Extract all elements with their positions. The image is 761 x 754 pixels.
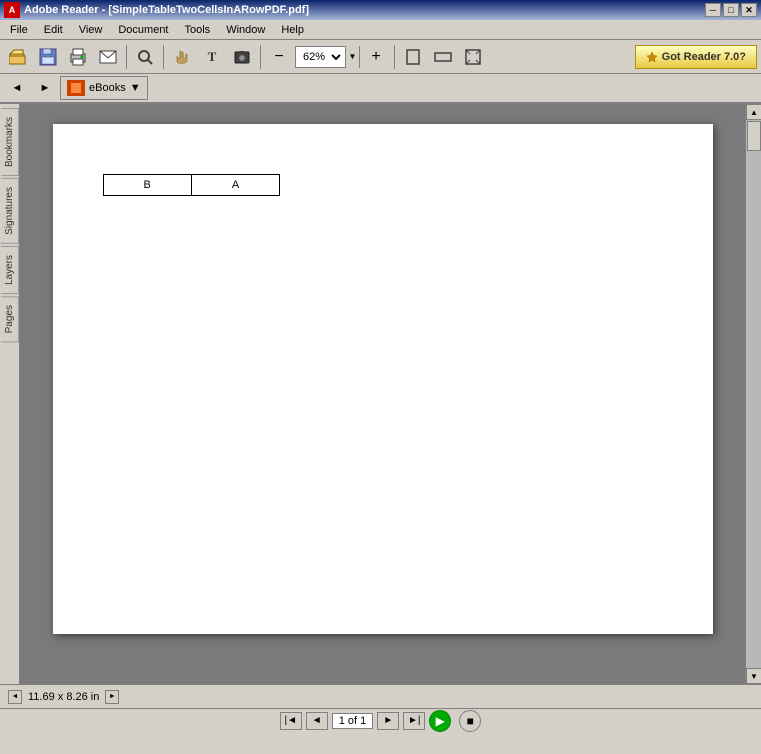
menu-help[interactable]: Help	[275, 22, 310, 38]
app-icon: A	[4, 2, 20, 18]
first-page-button[interactable]: |◄	[280, 712, 302, 730]
zoom-dropdown-arrow[interactable]: ▼	[345, 46, 359, 68]
minimize-button[interactable]: ─	[705, 3, 721, 17]
separator-3	[260, 45, 261, 69]
zoom-in-button[interactable]: +	[362, 43, 390, 71]
ebooks-arrow: ▼	[130, 82, 141, 94]
close-button[interactable]: ✕	[741, 3, 757, 17]
table-cell-a: A	[191, 175, 279, 196]
separator-1	[126, 45, 127, 69]
table-cell-b: B	[103, 175, 191, 196]
title-bar-left: A Adobe Reader - [SimpleTableTwoCellsInA…	[4, 2, 309, 18]
status-scroll-left[interactable]: ◄	[8, 690, 22, 704]
hand-tool-button[interactable]	[168, 43, 196, 71]
left-tabs-panel: Bookmarks Signatures Layers Pages	[0, 104, 20, 684]
main-area: Bookmarks Signatures Layers Pages B A ▲ …	[0, 104, 761, 684]
back-button[interactable]: ◄	[4, 76, 30, 100]
menu-bar: File Edit View Document Tools Window Hel…	[0, 20, 761, 40]
save-button[interactable]	[34, 43, 62, 71]
menu-window[interactable]: Window	[220, 22, 271, 38]
snapshot-button[interactable]	[228, 43, 256, 71]
scroll-up-button[interactable]: ▲	[746, 104, 761, 120]
prev-page-button[interactable]: ◄	[306, 712, 328, 730]
full-screen-button[interactable]	[459, 43, 487, 71]
text-select-button[interactable]: T	[198, 43, 226, 71]
ebooks-icon	[67, 80, 85, 96]
maximize-button[interactable]: □	[723, 3, 739, 17]
scroll-thumb[interactable]	[747, 121, 761, 151]
last-page-button[interactable]: ►|	[403, 712, 425, 730]
pdf-table: B A	[103, 174, 281, 196]
navigation-bar: |◄ ◄ 1 of 1 ► ►| ▶ ■	[0, 708, 761, 732]
status-scroll-right[interactable]: ►	[105, 690, 119, 704]
status-bar: ◄ 11.69 x 8.26 in ►	[0, 684, 761, 708]
page-dimensions: 11.69 x 8.26 in	[28, 691, 99, 703]
tab-pages[interactable]: Pages	[1, 296, 19, 342]
menu-file[interactable]: File	[4, 22, 34, 38]
tab-signatures[interactable]: Signatures	[1, 178, 19, 244]
menu-tools[interactable]: Tools	[179, 22, 217, 38]
print-button[interactable]	[64, 43, 92, 71]
separator-4	[394, 45, 395, 69]
separator-2	[163, 45, 164, 69]
pdf-page: B A	[53, 124, 713, 634]
menu-document[interactable]: Document	[112, 22, 174, 38]
zoom-control: 62% 50% 75% 100% 125% 150% ▼	[295, 46, 360, 68]
pdf-content-area: B A	[20, 104, 745, 684]
menu-edit[interactable]: Edit	[38, 22, 69, 38]
zoom-out-button[interactable]: −	[265, 43, 293, 71]
search-button[interactable]	[131, 43, 159, 71]
stop-button[interactable]: ■	[459, 710, 481, 732]
fit-page-button[interactable]	[399, 43, 427, 71]
toolbar-main: T − 62% 50% 75% 100% 125% 150% ▼ + Got R…	[0, 40, 761, 74]
open-button[interactable]	[4, 43, 32, 71]
got-reader-label: Got Reader 7.0?	[662, 51, 746, 63]
menu-view[interactable]: View	[73, 22, 109, 38]
ebooks-label: eBooks	[89, 82, 126, 94]
next-page-button[interactable]: ►	[377, 712, 399, 730]
page-indicator: 1 of 1	[332, 713, 374, 729]
got-reader-button[interactable]: Got Reader 7.0?	[635, 45, 757, 69]
forward-button[interactable]: ►	[32, 76, 58, 100]
ebooks-button[interactable]: eBooks ▼	[60, 76, 148, 100]
zoom-select[interactable]: 62% 50% 75% 100% 125% 150%	[296, 50, 344, 64]
toolbar-secondary: ◄ ► eBooks ▼	[0, 74, 761, 104]
title-text: Adobe Reader - [SimpleTableTwoCellsInARo…	[24, 4, 309, 16]
tab-bookmarks[interactable]: Bookmarks	[1, 108, 19, 176]
tab-layers[interactable]: Layers	[1, 246, 19, 294]
title-bar-controls: ─ □ ✕	[705, 3, 757, 17]
title-bar: A Adobe Reader - [SimpleTableTwoCellsInA…	[0, 0, 761, 20]
vertical-scrollbar: ▲ ▼	[745, 104, 761, 684]
scroll-down-button[interactable]: ▼	[746, 668, 761, 684]
fit-width-button[interactable]	[429, 43, 457, 71]
email-button[interactable]	[94, 43, 122, 71]
scroll-track[interactable]	[746, 120, 761, 668]
go-to-page-button[interactable]: ▶	[429, 710, 451, 732]
